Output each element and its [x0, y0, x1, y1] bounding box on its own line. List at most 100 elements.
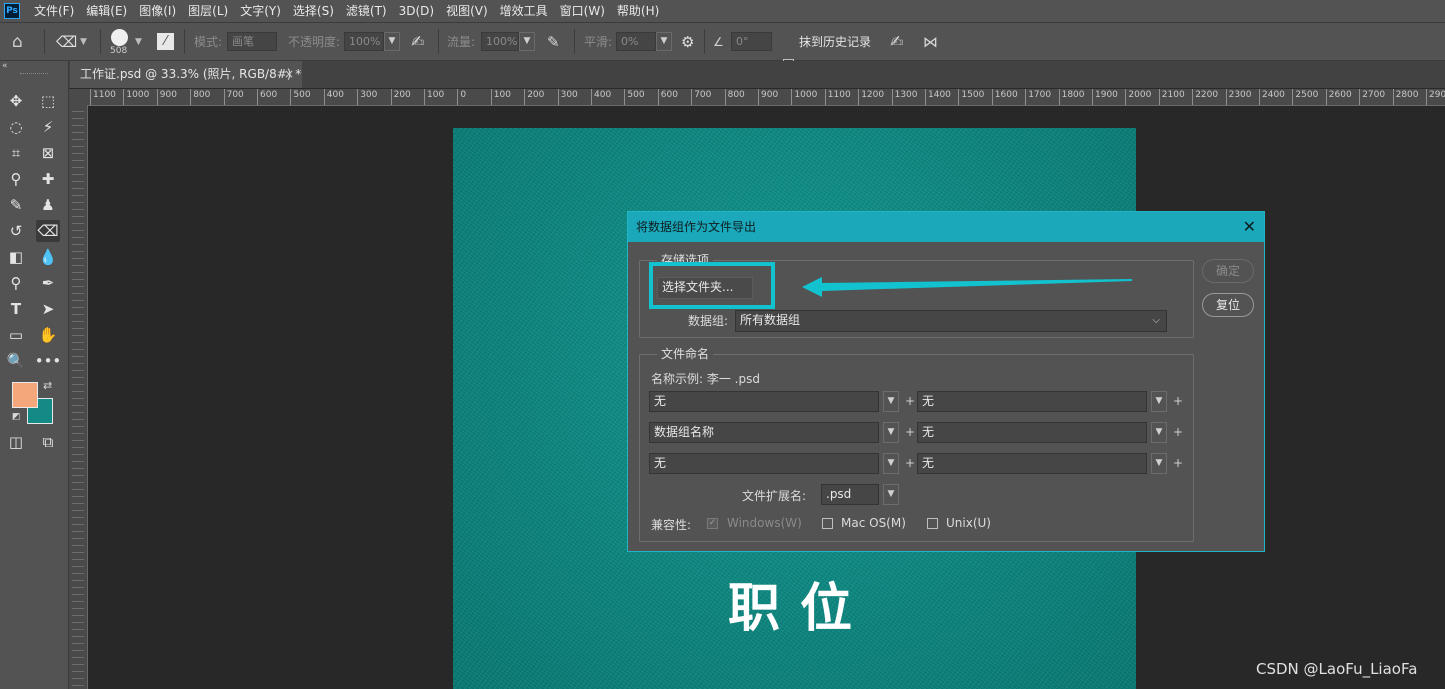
vertical-ruler[interactable] — [69, 105, 88, 689]
lasso-tool-icon[interactable]: ◌ — [4, 116, 28, 138]
dodge-tool-icon[interactable]: ⚲ — [4, 272, 28, 294]
plus-icon[interactable]: + — [1173, 425, 1183, 439]
foreground-color-swatch[interactable] — [12, 382, 38, 408]
brush-tool-icon[interactable]: ✎ — [4, 194, 28, 216]
naming-row3-right-field[interactable]: 无 — [917, 453, 1147, 474]
brush-settings-icon[interactable]: ⁄ — [157, 33, 174, 50]
file-extension-select[interactable]: .psd — [821, 484, 879, 505]
home-icon[interactable]: ⌂ — [12, 23, 23, 60]
chevron-down-icon[interactable]: ▼ — [1151, 453, 1167, 474]
quick-mask-icon[interactable]: ◫ — [4, 431, 28, 453]
chevron-down-icon[interactable]: ▼ — [80, 23, 87, 60]
naming-row2-right-field[interactable]: 无 — [917, 422, 1147, 443]
ruler-label: 200 — [390, 89, 411, 105]
chevron-down-icon[interactable]: ▼ — [1151, 422, 1167, 443]
ok-button[interactable]: 确定 — [1202, 259, 1254, 283]
collapse-panel-icon[interactable]: « — [2, 61, 8, 71]
menu-window[interactable]: 窗口(W) — [554, 0, 611, 22]
mode-select[interactable]: 画笔 — [227, 32, 277, 51]
menu-help[interactable]: 帮助(H) — [611, 0, 665, 22]
opacity-input[interactable]: 100% — [344, 32, 384, 51]
ruler-label: 1900 — [1092, 89, 1118, 105]
menu-file[interactable]: 文件(F) — [28, 0, 80, 22]
healing-brush-tool-icon[interactable]: ✚ — [36, 168, 60, 190]
pressure-opacity-icon[interactable]: ✍ — [411, 23, 424, 60]
menu-plugins[interactable]: 增效工具 — [494, 0, 554, 22]
flow-dropdown[interactable]: ▼ — [519, 32, 535, 51]
reset-button[interactable]: 复位 — [1202, 293, 1254, 317]
windows-label: Windows(W) — [727, 516, 802, 530]
swap-colors-icon[interactable]: ⇄ — [43, 379, 52, 392]
chevron-down-icon[interactable]: ▼ — [1151, 391, 1167, 412]
menu-type[interactable]: 文字(Y) — [234, 0, 287, 22]
clone-stamp-tool-icon[interactable]: ♟ — [36, 194, 60, 216]
ruler-label: 600 — [657, 89, 678, 105]
history-brush-tool-icon[interactable]: ↺ — [4, 220, 28, 242]
marquee-tool-icon[interactable]: ⬚ — [36, 90, 60, 112]
blur-tool-icon[interactable]: 💧 — [36, 246, 60, 268]
zoom-tool-icon[interactable]: 🔍 — [4, 350, 28, 372]
default-colors-icon[interactable]: ◩ — [12, 412, 21, 422]
plus-icon[interactable]: + — [1173, 394, 1183, 408]
naming-row2-left-field[interactable]: 数据组名称 — [649, 422, 879, 443]
eyedropper-tool-icon[interactable]: ⚲ — [4, 168, 28, 190]
flow-input[interactable]: 100% — [481, 32, 519, 51]
more-tools-icon[interactable]: ••• — [35, 350, 62, 372]
gear-icon[interactable]: ⚙ — [681, 23, 694, 60]
ruler-label: 100 — [490, 89, 511, 105]
chevron-down-icon[interactable]: ▼ — [883, 453, 899, 474]
plus-icon[interactable]: + — [1173, 456, 1183, 470]
airbrush-icon[interactable]: ✎ — [547, 23, 560, 60]
unix-checkbox[interactable] — [927, 518, 938, 529]
type-tool-icon[interactable]: T — [4, 298, 28, 320]
frame-tool-icon[interactable]: ⊠ — [36, 142, 60, 164]
menu-select[interactable]: 选择(S) — [287, 0, 340, 22]
chevron-down-icon[interactable]: ▼ — [883, 422, 899, 443]
move-tool-icon[interactable]: ✥ — [4, 90, 28, 112]
eraser-preset-icon[interactable]: ⌫ — [56, 23, 77, 60]
eraser-tool-icon[interactable]: ⌫ — [36, 220, 60, 242]
ruler-label: 1100 — [824, 89, 851, 105]
panel-grip[interactable] — [20, 73, 48, 76]
close-tab-icon[interactable]: × — [284, 61, 294, 88]
opacity-dropdown[interactable]: ▼ — [384, 32, 400, 51]
symmetry-butterfly-icon[interactable]: ⋈ — [923, 23, 938, 60]
path-selection-tool-icon[interactable]: ➤ — [36, 298, 60, 320]
magic-wand-tool-icon[interactable]: ⚡ — [36, 116, 60, 138]
mac-os-checkbox[interactable] — [822, 518, 833, 529]
dialog-title-bar[interactable]: 将数据组作为文件导出 ✕ — [628, 212, 1264, 242]
ruler-label: 900 — [156, 89, 177, 105]
pen-tool-icon[interactable]: ✒ — [36, 272, 60, 294]
chevron-down-icon[interactable]: ▼ — [883, 484, 899, 505]
screen-mode-icon[interactable]: ⧉ — [36, 431, 60, 453]
menu-3d[interactable]: 3D(D) — [393, 0, 440, 22]
smoothing-label: 平滑: — [584, 35, 613, 49]
unix-label: Unix(U) — [946, 516, 991, 530]
naming-row1-left-field[interactable]: 无 — [649, 391, 879, 412]
brush-tip-icon[interactable] — [111, 29, 128, 46]
naming-row1-right-field[interactable]: 无 — [917, 391, 1147, 412]
chevron-down-icon[interactable]: ▼ — [883, 391, 899, 412]
menu-view[interactable]: 视图(V) — [440, 0, 494, 22]
close-icon[interactable]: ✕ — [1243, 212, 1256, 242]
naming-row3-left-field[interactable]: 无 — [649, 453, 879, 474]
file-extension-label: 文件扩展名: — [742, 489, 807, 503]
rectangle-tool-icon[interactable]: ▭ — [4, 324, 28, 346]
smoothing-input[interactable]: 0% — [616, 32, 656, 51]
menu-edit[interactable]: 编辑(E) — [80, 0, 133, 22]
pressure-size-icon[interactable]: ✍ — [890, 23, 903, 60]
chevron-down-icon[interactable]: ▼ — [135, 23, 142, 60]
hand-tool-icon[interactable]: ✋ — [36, 324, 60, 346]
data-set-select[interactable]: 所有数据组 ⌵ — [735, 310, 1167, 332]
smoothing-dropdown[interactable]: ▼ — [656, 32, 672, 51]
menu-layer[interactable]: 图层(L) — [182, 0, 234, 22]
menu-image[interactable]: 图像(I) — [133, 0, 182, 22]
document-tab[interactable]: 工作证.psd @ 33.3% (照片, RGB/8#) * × — [70, 61, 302, 88]
horizontal-ruler[interactable]: 1100 1000 900 800 700 600 500 400 300 200 100 0 100 2… — [88, 89, 1445, 106]
windows-checkbox: ✓ — [707, 518, 718, 529]
menu-filter[interactable]: 滤镜(T) — [340, 0, 393, 22]
crop-tool-icon[interactable]: ⌗ — [4, 142, 28, 164]
gradient-tool-icon[interactable]: ◧ — [4, 246, 28, 268]
divider — [704, 29, 705, 54]
angle-input[interactable]: 0° — [731, 32, 772, 51]
